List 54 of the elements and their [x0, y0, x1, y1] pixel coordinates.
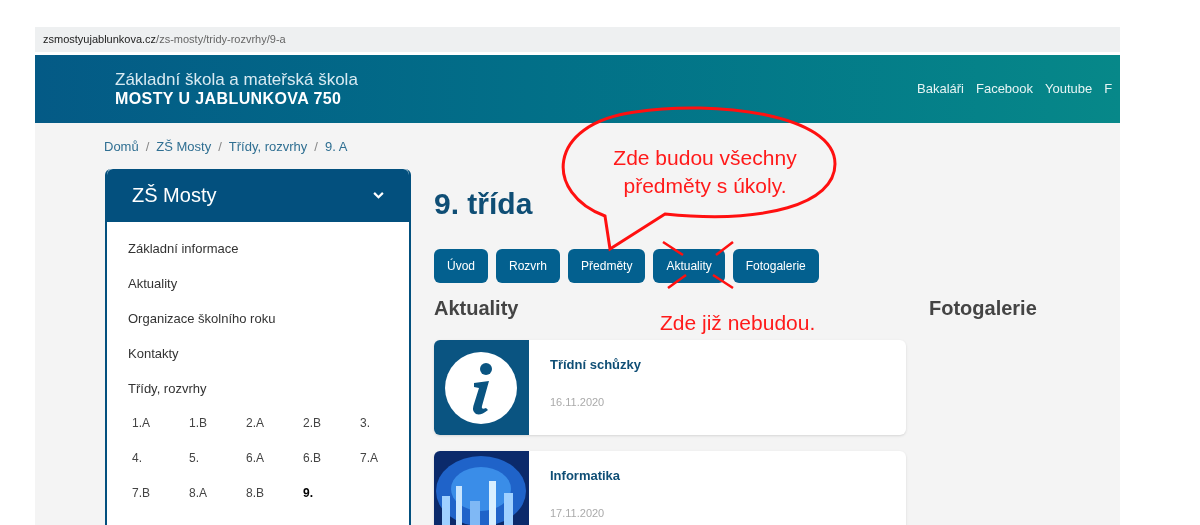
nav-link[interactable]: F	[1104, 79, 1113, 99]
sidebar-link[interactable]: Třídy, rozvrhy	[128, 379, 409, 415]
url-path: /zs-mosty/tridy-rozvrhy/9-a	[156, 32, 286, 48]
section-heading: Aktuality	[434, 295, 520, 321]
breadcrumb-link[interactable]: 9. A	[324, 137, 348, 157]
info-icon	[434, 339, 529, 435]
class-link[interactable]: 5.	[189, 449, 246, 485]
nav-link[interactable]: Youtube	[1045, 79, 1093, 99]
page-title: 9. třída	[434, 185, 533, 222]
url-host: zsmostyujablunkova.cz	[43, 32, 157, 48]
class-link[interactable]: 6.B	[303, 449, 360, 485]
section-heading: Fotogalerie	[929, 295, 1037, 321]
sidebar-link[interactable]: Kontakty	[128, 344, 409, 380]
breadcrumb-separator: /	[314, 138, 318, 156]
tab-button[interactable]: Rozvrh	[496, 248, 561, 283]
breadcrumb-separator: /	[145, 138, 150, 156]
nav-link[interactable]: Bakaláři	[917, 79, 964, 99]
breadcrumb-link[interactable]: Domů	[104, 137, 139, 157]
sidebar-link[interactable]: Aktuality	[128, 274, 409, 310]
class-link[interactable]: 6.A	[246, 449, 303, 485]
class-link[interactable]: 8.B	[246, 484, 303, 520]
class-link[interactable]: 2.A	[246, 414, 303, 450]
class-link[interactable]: 1.B	[189, 414, 246, 450]
class-link[interactable]: 9.	[303, 484, 360, 520]
class-link[interactable]: 3.	[360, 414, 417, 450]
tab-button[interactable]: Úvod	[434, 248, 488, 283]
news-title[interactable]: Informatika	[550, 465, 621, 485]
breadcrumb-link[interactable]: ZŠ Mosty	[156, 137, 212, 157]
class-link[interactable]: 1.A	[132, 414, 189, 450]
news-title[interactable]: Třídní schůzky	[550, 354, 642, 374]
speech-bubble-text: Zde budou všechny předměty s úkoly.	[612, 145, 798, 199]
sidebar-link[interactable]: Základní informace	[128, 239, 409, 275]
annotation-note: Zde již nebudou.	[660, 310, 816, 336]
news-date: 16.11.2020	[550, 395, 606, 410]
school-location: MOSTY U JABLUNKOVA 750	[115, 89, 343, 108]
news-date: 17.11.2020	[550, 506, 606, 521]
school-name: Základní škola a mateřská škola	[115, 70, 358, 89]
class-link[interactable]: 2.B	[303, 414, 360, 450]
news-card[interactable]: Informatika 17.11.2020	[434, 450, 906, 525]
address-bar[interactable]: zsmostyujablunkova.cz/zs-mosty/tridy-rozvrhy/9-a	[35, 27, 1120, 52]
breadcrumb-separator: /	[218, 138, 222, 156]
tab-button[interactable]: Fotogalerie	[732, 248, 819, 283]
class-link[interactable]: 4.	[132, 449, 189, 485]
class-link[interactable]: 7.A	[360, 449, 417, 485]
class-link[interactable]: 7.B	[132, 484, 189, 520]
nav-link[interactable]: Facebook	[975, 79, 1034, 99]
sidebar-header[interactable]: ZŠ Mosty	[107, 168, 409, 222]
tab-button[interactable]: Aktuality	[653, 248, 725, 283]
class-link[interactable]: 8.A	[189, 484, 246, 520]
sidebar-title: ZŠ Mosty	[132, 183, 217, 208]
breadcrumb-link[interactable]: Třídy, rozvrhy	[228, 137, 308, 157]
sidebar-link[interactable]: Organizace školního roku	[128, 309, 409, 345]
news-card[interactable]: Třídní schůzky 16.11.2020	[434, 339, 906, 435]
tab-button[interactable]: Předměty	[568, 248, 646, 283]
